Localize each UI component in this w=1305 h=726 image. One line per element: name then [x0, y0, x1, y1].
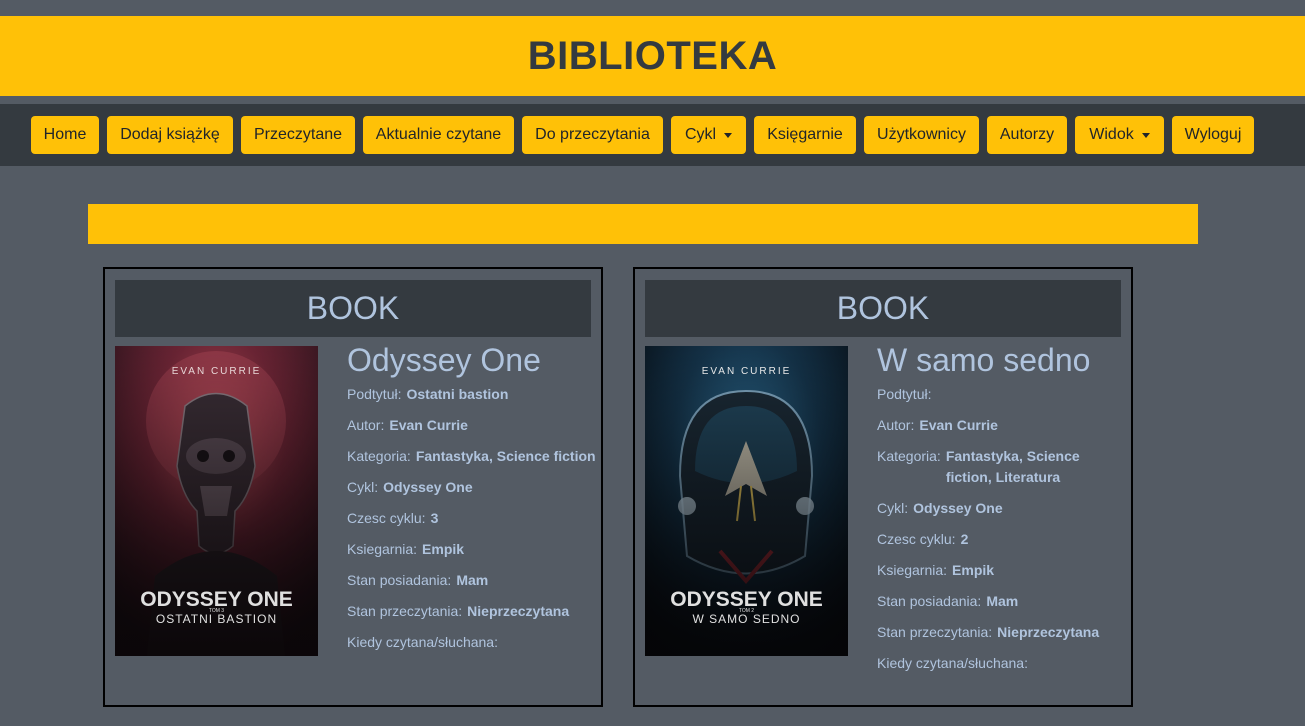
detail-value: Odyssey One — [383, 479, 473, 495]
detail-label: Kiedy czytana/słuchana: — [347, 634, 498, 650]
detail-value: Nieprzeczytana — [997, 624, 1100, 640]
caret-down-icon — [1141, 132, 1150, 138]
book-card: BOOK EVAN CURRIE ODYSSEY ONE TOM 3 OSTAT… — [103, 267, 603, 707]
nav-home-label: Home — [43, 126, 87, 143]
nav-currently-reading-label: Aktualnie czytane — [375, 126, 502, 143]
nav-add-book-label: Dodaj książkę — [120, 126, 220, 143]
detail-row: Cykl: Odyssey One — [877, 498, 1127, 519]
nav-users-label: Użytkownicy — [877, 126, 966, 143]
nav-currently-reading-button[interactable]: Aktualnie czytane — [363, 116, 514, 154]
book-details: W samo sedno Podtytuł: Autor: Evan Currie… — [877, 341, 1127, 684]
detail-label: Stan posiadania: — [347, 572, 452, 588]
detail-row: Stan posiadania: Mam — [877, 591, 1127, 612]
detail-value: Empik — [422, 541, 465, 557]
detail-row: Stan posiadania: Mam — [347, 570, 597, 591]
nav-authors-button[interactable]: Autorzy — [987, 116, 1067, 154]
detail-row: Kategoria: Fantastyka, Science fiction — [347, 446, 597, 467]
detail-row: Stan przeczytania: Nieprzeczytana — [347, 601, 597, 622]
nav-logout-label: Wyloguj — [1184, 126, 1242, 143]
nav-view-dropdown[interactable]: Widok — [1075, 116, 1164, 154]
detail-value: Ostatni bastion — [406, 386, 509, 402]
detail-label: Autor: — [347, 417, 385, 433]
detail-value: Evan Currie — [919, 417, 998, 433]
detail-label: Ksiegarnia: — [877, 562, 948, 578]
nav-view-label: Widok — [1089, 126, 1134, 143]
book-card: BOOK EVAN CURRIE ODYSSEY ONE TOM 2 W SAM… — [633, 267, 1133, 707]
detail-row: Kategoria: Fantastyka, Science fiction, L… — [877, 446, 1127, 488]
detail-row: Stan przeczytania: Nieprzeczytana — [877, 622, 1127, 643]
nav-to-read-label: Do przeczytania — [535, 126, 650, 143]
detail-row: Podtytuł: — [877, 384, 1127, 405]
detail-value: Evan Currie — [389, 417, 468, 433]
detail-value: Fantastyka, Science fiction — [415, 448, 596, 464]
book-card-header: BOOK — [115, 280, 591, 337]
detail-value: Fantastyka, Science fiction, Literatura — [945, 448, 1080, 485]
detail-value: 2 — [960, 531, 969, 547]
detail-label: Kiedy czytana/słuchana: — [877, 655, 1028, 671]
detail-row: Ksiegarnia: Empik — [347, 539, 597, 560]
cover-subtitle-text: OSTATNI BASTION — [156, 612, 277, 626]
detail-label: Kategoria: — [877, 448, 941, 464]
nav-series-label: Cykl — [684, 126, 717, 143]
detail-label: Podtytuł: — [347, 386, 402, 402]
detail-row: Kiedy czytana/słuchana: — [347, 632, 597, 653]
book-card-header: BOOK — [645, 280, 1121, 337]
nav-bookstores-button[interactable]: Księgarnie — [754, 116, 856, 154]
detail-label: Stan przeczytania: — [877, 624, 993, 640]
nav-read-label: Przeczytane — [253, 126, 343, 143]
nav-read-button[interactable]: Przeczytane — [241, 116, 355, 154]
nav-authors-label: Autorzy — [999, 126, 1055, 143]
detail-row: Autor: Evan Currie — [347, 415, 597, 436]
detail-label: Czesc cyklu: — [877, 531, 956, 547]
nav-users-button[interactable]: Użytkownicy — [864, 116, 979, 154]
detail-label: Cykl: — [347, 479, 379, 495]
info-banner — [88, 204, 1198, 244]
nav-bookstores-label: Księgarnie — [767, 126, 843, 143]
cover-subtitle-text: W SAMO SEDNO — [692, 612, 800, 626]
detail-row: Czesc cyklu: 2 — [877, 529, 1127, 550]
detail-value: 3 — [430, 510, 439, 526]
detail-label: Podtytuł: — [877, 386, 932, 402]
book-title: Odyssey One — [347, 342, 541, 378]
detail-label: Czesc cyklu: — [347, 510, 426, 526]
book-details: Odyssey One Podtytuł: Ostatni bastion Aut… — [347, 341, 597, 663]
detail-label: Stan posiadania: — [877, 593, 982, 609]
detail-label: Cykl: — [877, 500, 909, 516]
caret-down-icon — [724, 132, 733, 138]
app-header: BIBLIOTEKA — [0, 16, 1305, 96]
detail-label: Autor: — [877, 417, 915, 433]
detail-row: Czesc cyklu: 3 — [347, 508, 597, 529]
main-navbar: Home Dodaj książkę Przeczytane Aktualnie… — [0, 104, 1305, 166]
book-title: W samo sedno — [877, 342, 1091, 378]
nav-to-read-button[interactable]: Do przeczytania — [522, 116, 663, 154]
detail-value: Mam — [986, 593, 1019, 609]
detail-row: Podtytuł: Ostatni bastion — [347, 384, 597, 405]
nav-home-button[interactable]: Home — [31, 116, 99, 154]
detail-value: Mam — [456, 572, 489, 588]
detail-row: Kiedy czytana/słuchana: — [877, 653, 1127, 674]
detail-value: Empik — [952, 562, 995, 578]
detail-value: Odyssey One — [913, 500, 1003, 516]
book-cover-image: EVAN CURRIE ODYSSEY ONE TOM 3 OSTATNI BA… — [115, 346, 318, 656]
detail-label: Kategoria: — [347, 448, 411, 464]
detail-label: Ksiegarnia: — [347, 541, 418, 557]
detail-label: Stan przeczytania: — [347, 603, 463, 619]
nav-series-dropdown[interactable]: Cykl — [671, 116, 746, 154]
detail-row: Ksiegarnia: Empik — [877, 560, 1127, 581]
detail-row: Cykl: Odyssey One — [347, 477, 597, 498]
nav-logout-button[interactable]: Wyloguj — [1172, 116, 1254, 154]
cover-author-text: EVAN CURRIE — [172, 366, 262, 377]
cover-author-text: EVAN CURRIE — [702, 366, 792, 377]
detail-value: Nieprzeczytana — [467, 603, 570, 619]
app-title: BIBLIOTEKA — [527, 33, 778, 78]
detail-row: Autor: Evan Currie — [877, 415, 1127, 436]
book-cover-image: EVAN CURRIE ODYSSEY ONE TOM 2 W SAMO SED… — [645, 346, 848, 656]
nav-add-book-button[interactable]: Dodaj książkę — [107, 116, 233, 154]
